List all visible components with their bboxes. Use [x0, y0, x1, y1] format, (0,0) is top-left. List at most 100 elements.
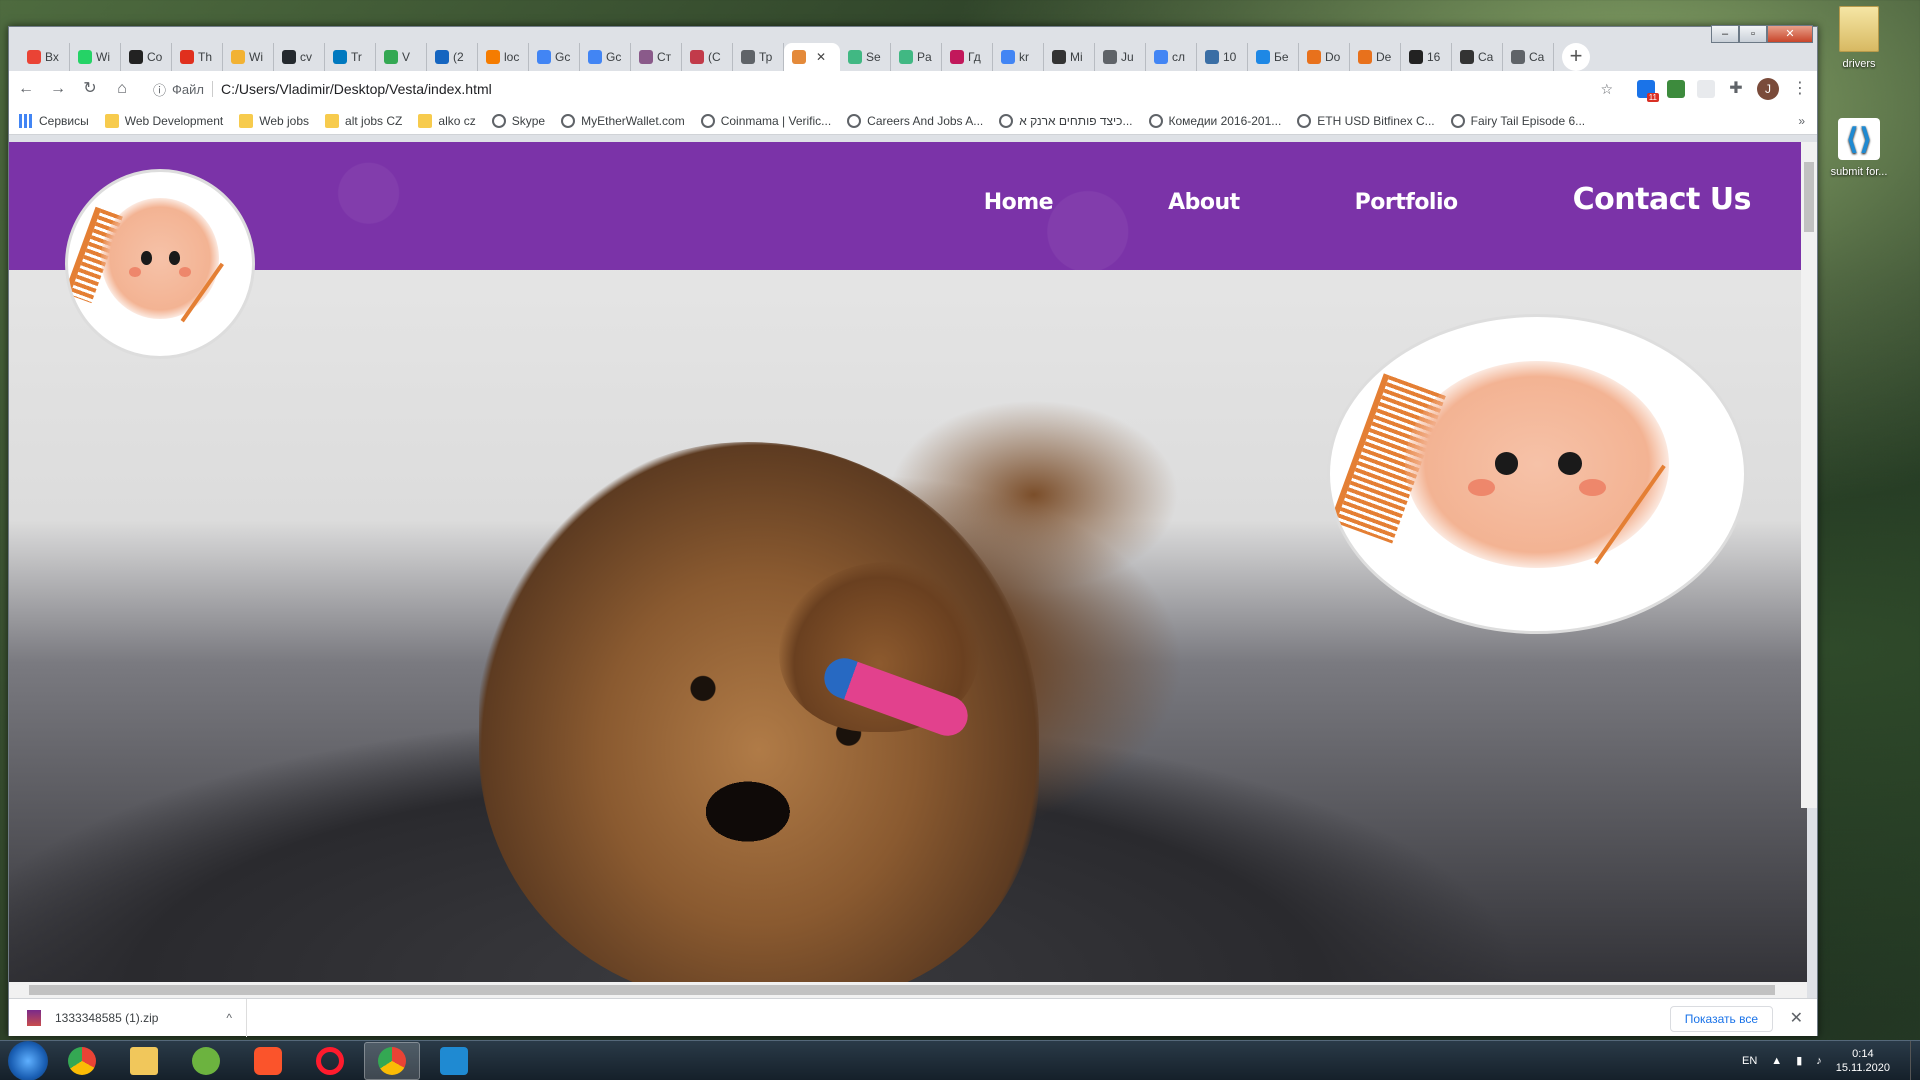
bookmark-item[interactable]: כיצד פותחים ארנק א...	[999, 113, 1133, 128]
show-all-downloads-button[interactable]: Показать все	[1669, 1006, 1773, 1032]
bookmark-item[interactable]: alt jobs CZ	[325, 113, 402, 128]
tab-close-icon[interactable]: ✕	[816, 50, 826, 64]
bookmark-item[interactable]: Fairy Tail Episode 6...	[1450, 113, 1585, 128]
puppy-cheek	[178, 266, 191, 277]
browser-tab[interactable]: Gc	[580, 43, 631, 71]
browser-tab[interactable]: Гд	[942, 43, 993, 71]
bookmark-item[interactable]: Комедии 2016-201...	[1148, 113, 1282, 128]
browser-tab[interactable]: Ст	[631, 43, 682, 71]
bookmark-item[interactable]: Web Development	[104, 113, 223, 128]
google-translate-icon	[537, 50, 551, 64]
browser-tab[interactable]: kr	[993, 43, 1044, 71]
browser-tab[interactable]: Co	[121, 43, 172, 71]
tab-label: Ca	[1529, 50, 1545, 64]
nav-about-link[interactable]: About	[1168, 190, 1240, 215]
taskbar-explorer[interactable]	[116, 1042, 172, 1080]
browser-tab[interactable]: сл	[1146, 43, 1197, 71]
browser-tab[interactable]: Tr	[325, 43, 376, 71]
browser-tab[interactable]: Wi	[223, 43, 274, 71]
taskbar-utorrent[interactable]	[178, 1042, 234, 1080]
show-desktop-button[interactable]	[1910, 1040, 1920, 1080]
browser-tab[interactable]: Бе	[1248, 43, 1299, 71]
browser-tab[interactable]: Do	[1299, 43, 1350, 71]
taskbar-chrome-active[interactable]	[364, 1041, 420, 1080]
vertical-scrollbar[interactable]	[1801, 142, 1817, 808]
browser-tab[interactable]: Pa	[891, 43, 942, 71]
trello-icon	[333, 50, 347, 64]
bookmark-item[interactable]: ETH USD Bitfinex C...	[1297, 113, 1435, 128]
close-icon[interactable]: ✕	[1790, 1008, 1803, 1028]
nav-portfolio-link[interactable]: Portfolio	[1355, 190, 1459, 215]
browser-tab[interactable]: cv	[274, 43, 325, 71]
scrollbar-thumb[interactable]	[1804, 162, 1814, 232]
browser-window: – ▫ ✕ Вх Wi Co Th Wi cv Tr V (2 loc Gc Gc Ст (C Тр ✕ Se P…	[8, 25, 1818, 1037]
chrome-icon	[68, 1046, 96, 1075]
bookmark-item[interactable]: Web jobs	[239, 113, 309, 128]
extension-calendar-icon[interactable]: 11	[1637, 80, 1659, 102]
clock[interactable]: 0:14 15.11.2020	[1836, 1047, 1890, 1075]
browser-tab[interactable]: Тр	[733, 43, 784, 71]
home-button[interactable]: ⌂	[113, 80, 131, 98]
bookmark-item[interactable]: MyEtherWallet.com	[561, 113, 685, 128]
star-icon[interactable]: ☆	[1600, 81, 1613, 98]
bookmark-item[interactable]: alko cz	[418, 113, 476, 128]
network-icon[interactable]: ▮	[1796, 1054, 1802, 1067]
address-url[interactable]: C:/Users/Vladimir/Desktop/Vesta/index.ht…	[221, 81, 492, 97]
extension-grey-icon[interactable]	[1697, 80, 1715, 98]
tab-active[interactable]: ✕	[784, 43, 840, 71]
nav-home-link[interactable]: Home	[984, 190, 1054, 215]
bookmark-label: Комедии 2016-201...	[1168, 113, 1282, 128]
browser-tab[interactable]: Вх	[19, 43, 70, 71]
browser-tab[interactable]: Gc	[529, 43, 580, 71]
browser-tab[interactable]: Se	[840, 43, 891, 71]
start-button[interactable]	[8, 1040, 48, 1080]
browser-tab[interactable]: Wi	[70, 43, 121, 71]
extension-green-icon[interactable]	[1667, 80, 1685, 98]
volume-icon[interactable]: ♪	[1816, 1055, 1822, 1067]
tab-label: cv	[300, 50, 312, 64]
taskbar-vscode[interactable]	[426, 1042, 482, 1080]
back-button[interactable]: ←	[17, 80, 35, 98]
nav-contact-link[interactable]: Contact Us	[1573, 182, 1752, 217]
taskbar-brave[interactable]	[240, 1042, 296, 1080]
address-bar[interactable]: ⓘ Файл C:/Users/Vladimir/Desktop/Vesta/i…	[145, 75, 1623, 103]
desktop-icon-submit[interactable]: ⟨⟩ submit for...	[1814, 118, 1904, 178]
browser-tab[interactable]: De	[1350, 43, 1401, 71]
browser-tab[interactable]: (C	[682, 43, 733, 71]
desktop-icon-drivers[interactable]: drivers	[1814, 6, 1904, 70]
browser-tab[interactable]: Mi	[1044, 43, 1095, 71]
puzzle-icon[interactable]: ✚	[1727, 80, 1745, 98]
browser-tab[interactable]: Th	[172, 43, 223, 71]
browser-tab[interactable]: loc	[478, 43, 529, 71]
chevron-up-icon[interactable]: ^	[226, 1011, 232, 1025]
browser-tab[interactable]: (2	[427, 43, 478, 71]
orange-icon	[486, 50, 500, 64]
browser-tab[interactable]: Ca	[1452, 43, 1503, 71]
forward-button[interactable]: →	[49, 80, 67, 98]
bookmark-item[interactable]: Сервисы	[19, 113, 89, 128]
menu-kebab-icon[interactable]: ⋮	[1791, 80, 1809, 98]
horizontal-scrollbar[interactable]	[9, 982, 1807, 998]
taskbar-opera[interactable]	[302, 1042, 358, 1080]
language-indicator[interactable]: EN	[1742, 1055, 1757, 1067]
browser-tab[interactable]: V	[376, 43, 427, 71]
reload-button[interactable]: ↻	[81, 80, 99, 98]
browser-tab[interactable]: Ju	[1095, 43, 1146, 71]
scrollbar-thumb[interactable]	[29, 985, 1775, 995]
download-item[interactable]: 1333348585 (1).zip ^	[27, 998, 247, 1037]
bookmarks-overflow-button[interactable]: »	[1798, 114, 1805, 128]
google-icon	[1154, 50, 1168, 64]
browser-tab[interactable]: 16	[1401, 43, 1452, 71]
profile-avatar[interactable]: J	[1757, 78, 1779, 100]
site-logo[interactable]	[65, 169, 255, 359]
taskbar-chrome[interactable]	[54, 1042, 110, 1080]
site-info[interactable]: ⓘ Файл	[153, 80, 204, 99]
bookmark-item[interactable]: Coinmama | Verific...	[700, 113, 831, 128]
browser-tab[interactable]: 10	[1197, 43, 1248, 71]
bookmark-item[interactable]: Skype	[491, 113, 546, 128]
bookmark-label: Skype	[511, 113, 546, 128]
browser-tab[interactable]: Ca	[1503, 43, 1554, 71]
new-tab-button[interactable]: +	[1562, 43, 1590, 71]
bookmark-item[interactable]: Careers And Jobs A...	[847, 113, 983, 128]
tray-expand-icon[interactable]: ▲	[1771, 1055, 1782, 1067]
